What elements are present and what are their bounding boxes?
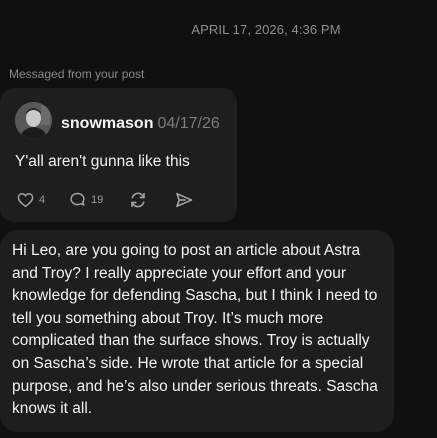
heart-icon [17, 192, 34, 208]
send-icon [176, 192, 193, 208]
share-button[interactable] [174, 190, 194, 210]
post-date: 04/17/26 [157, 115, 220, 132]
message-timestamp: APRIL 17, 2026, 4:36 PM [191, 22, 341, 37]
message-bubble[interactable]: Hi Leo, are you going to post an article… [0, 230, 394, 432]
repost-button[interactable] [128, 190, 148, 210]
shared-post-card[interactable]: snowmason 04/17/26 Y'all aren't gunna lik… [0, 88, 237, 222]
post-author-row: snowmason 04/17/26 [61, 115, 220, 133]
post-text: Y'all aren't gunna like this [15, 153, 190, 170]
repost-icon [131, 192, 145, 208]
message-text: Hi Leo, are you going to post an article… [12, 242, 378, 418]
post-context-label: Messaged from your post [9, 67, 145, 81]
like-count: 4 [39, 194, 46, 206]
avatar[interactable] [15, 102, 52, 139]
comment-icon [70, 192, 85, 206]
avatar-image [15, 102, 52, 139]
post-author-name[interactable]: snowmason [61, 115, 153, 132]
comment-count: 19 [91, 194, 104, 206]
like-button[interactable]: 4 [16, 190, 45, 210]
dm-thread: APRIL 17, 2026, 4:36 PM Messaged from yo… [0, 0, 437, 438]
comment-button[interactable]: 19 [68, 190, 103, 210]
